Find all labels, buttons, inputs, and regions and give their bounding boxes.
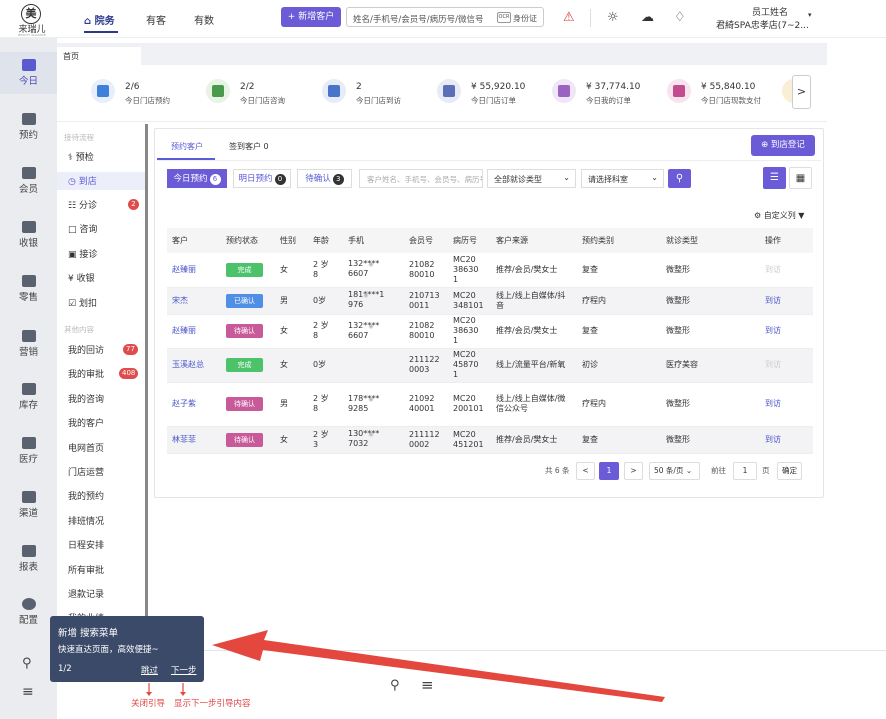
arrow-close-head bbox=[146, 692, 152, 696]
annotation-arrows bbox=[146, 630, 665, 702]
annotation-next-guide: 显示下一步引导内容 bbox=[174, 699, 251, 709]
arrow-next-head bbox=[180, 692, 186, 696]
big-red-arrow bbox=[212, 630, 665, 702]
annotation-close-guide: 关闭引导 bbox=[131, 699, 166, 709]
